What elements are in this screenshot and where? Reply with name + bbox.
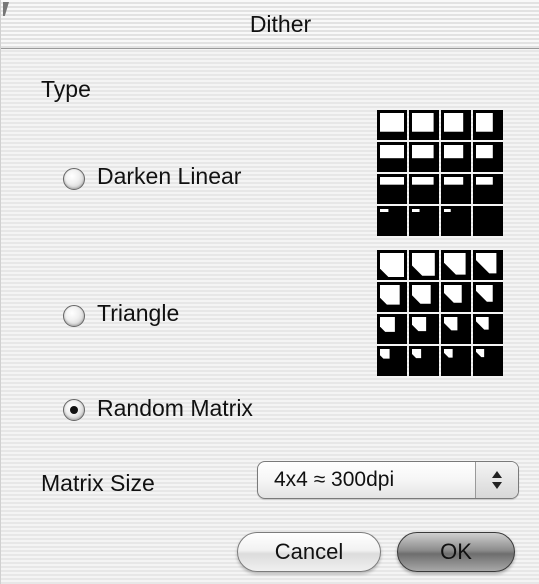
darken-cell-highlight	[380, 177, 404, 185]
darken-cell-highlight	[444, 113, 464, 132]
window-title: Dither	[249, 11, 312, 37]
darken-cell-highlight	[444, 177, 464, 185]
random-matrix-label[interactable]: Random Matrix	[97, 395, 253, 422]
cancel-button[interactable]: Cancel	[237, 532, 381, 572]
darken-linear-radio[interactable]	[63, 168, 85, 190]
up-down-arrows-icon[interactable]	[475, 462, 518, 498]
radio-selected-dot	[70, 406, 78, 414]
type-label: Type	[41, 76, 91, 102]
darken-cell-highlight	[412, 113, 434, 132]
random-matrix-radio[interactable]	[63, 399, 85, 421]
triangle-label[interactable]: Triangle	[97, 300, 179, 327]
darken-cell-highlight	[476, 113, 493, 132]
darken-cell-highlight	[476, 177, 493, 185]
ok-button[interactable]: OK	[397, 532, 515, 572]
dither-dialog: Dither Type Darken Linear Triangle Rando…	[0, 0, 539, 584]
darken-linear-pattern-icon	[377, 110, 503, 236]
darken-cell	[473, 206, 503, 236]
darken-cell-highlight	[412, 177, 434, 185]
triangle-pattern-icon	[377, 250, 503, 376]
matrix-size-label: Matrix Size	[41, 470, 155, 496]
darken-cell-highlight	[380, 145, 404, 159]
darken-cell-highlight	[444, 209, 451, 212]
darken-cell-highlight	[412, 145, 434, 159]
darken-cell-highlight	[412, 209, 420, 212]
darken-cell-highlight	[444, 145, 464, 159]
arrow-up-icon	[492, 471, 502, 478]
arrow-down-icon	[492, 482, 502, 489]
darken-cell-highlight	[476, 145, 493, 159]
darken-cell-highlight	[380, 113, 404, 132]
matrix-size-value: 4x4 ≈ 300dpi	[274, 468, 395, 491]
matrix-size-select[interactable]: 4x4 ≈ 300dpi	[257, 461, 519, 499]
darken-cell-highlight	[380, 209, 389, 212]
darken-linear-label[interactable]: Darken Linear	[97, 163, 241, 190]
title-bar[interactable]: Dither	[1, 0, 539, 49]
triangle-radio[interactable]	[63, 305, 85, 327]
